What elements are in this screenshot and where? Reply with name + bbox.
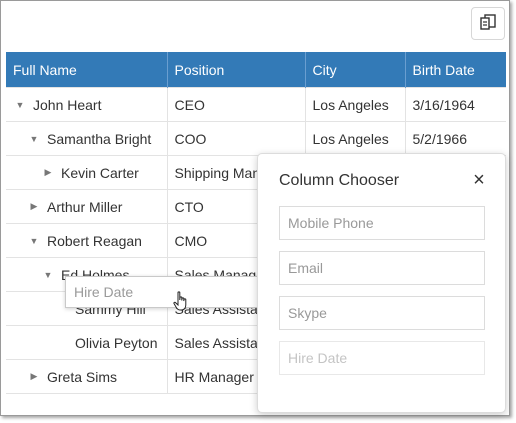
expand-arrow-down-icon[interactable]: ▼ [13, 100, 27, 110]
full-name-text: Greta Sims [47, 368, 118, 385]
column-chooser-panel: Column Chooser × Mobile Phone Email Skyp… [257, 153, 506, 413]
column-chooser-icon [479, 13, 497, 34]
cell-full-name: Olivia Peyton [6, 325, 168, 360]
full-name-text: Robert Reagan [47, 232, 142, 249]
table-row[interactable]: ▼ John Heart CEO Los Angeles 3/16/1964 [6, 87, 506, 122]
full-name-text: Arthur Miller [47, 198, 123, 215]
cell-full-name: ▼ Samantha Bright [6, 121, 168, 156]
cell-city: Los Angeles [305, 87, 406, 122]
header-row: Full Name Position City Birth Date [6, 52, 506, 88]
cell-full-name: ▼ John Heart [6, 87, 168, 122]
column-chooser-button[interactable] [471, 7, 505, 40]
table-row[interactable]: ▼ Samantha Bright COO Los Angeles 5/2/1966 [6, 121, 506, 156]
cell-full-name: ▼ Robert Reagan [6, 223, 168, 258]
expand-arrow-right-icon[interactable]: ▶ [27, 201, 41, 212]
expand-arrow-down-icon[interactable]: ▼ [27, 134, 41, 144]
expand-arrow-down-icon[interactable]: ▼ [41, 270, 55, 280]
cell-full-name: ▶ Kevin Carter [6, 155, 168, 190]
expand-arrow-right-icon[interactable]: ▶ [41, 167, 55, 178]
column-header-position[interactable]: Position [167, 52, 306, 88]
full-name-text: John Heart [33, 96, 102, 113]
column-header-birth-date[interactable]: Birth Date [405, 52, 506, 88]
chooser-item-skype[interactable]: Skype [279, 296, 485, 330]
cell-position: COO [167, 121, 306, 156]
expand-arrow-down-icon[interactable]: ▼ [27, 236, 41, 246]
column-header-city[interactable]: City [305, 52, 406, 88]
expand-arrow-right-icon[interactable]: ▶ [27, 371, 41, 382]
full-name-text: Samantha Bright [47, 130, 152, 147]
column-header-full-name[interactable]: Full Name [6, 52, 168, 88]
column-chooser-title: Column Chooser [279, 172, 400, 189]
close-icon[interactable]: × [470, 170, 488, 190]
cell-city: Los Angeles [305, 121, 406, 156]
chooser-item-hire-date-placeholder: Hire Date [279, 341, 485, 375]
cell-full-name: ▶ Greta Sims [6, 359, 168, 394]
cell-full-name: ▶ Arthur Miller [6, 189, 168, 224]
hand-cursor-icon [173, 291, 187, 311]
chooser-item-email[interactable]: Email [279, 251, 485, 285]
chooser-item-mobile-phone[interactable]: Mobile Phone [279, 206, 485, 240]
full-name-text: Kevin Carter [61, 164, 139, 181]
cell-birth-date: 5/2/1966 [405, 121, 506, 156]
full-name-text: Olivia Peyton [75, 334, 158, 351]
cell-birth-date: 3/16/1964 [405, 87, 506, 122]
cell-position: CEO [167, 87, 306, 122]
dragged-column-header[interactable]: Hire Date [65, 276, 271, 308]
